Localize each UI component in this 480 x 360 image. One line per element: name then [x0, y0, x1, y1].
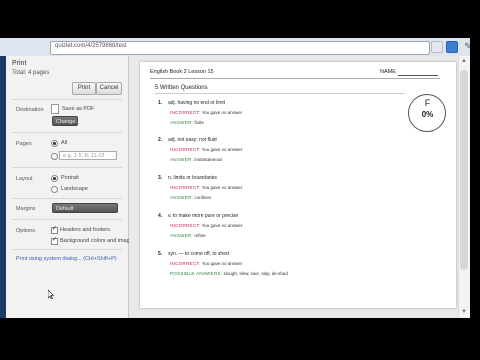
- layout-landscape-label: Landscape: [61, 186, 88, 192]
- answer-line: POSSIBLE ANSWERS: slough, slew, slue, sl…: [170, 271, 288, 276]
- question-text: adj. having no end or limit: [168, 100, 225, 106]
- answer-tag: ANSWER:: [170, 120, 194, 125]
- headers-footers-label: Headers and footers: [60, 227, 110, 233]
- question-text: syn. — to come off, to shed: [168, 251, 229, 257]
- incorrect-message: You gave no answer: [201, 147, 243, 152]
- margins-select[interactable]: Default: [52, 203, 118, 213]
- incorrect-line: INCORRECT: You gave no answer: [170, 185, 242, 190]
- answer-tag: POSSIBLE ANSWERS:: [170, 271, 223, 276]
- incorrect-message: You gave no answer: [201, 110, 243, 115]
- answer-line: ANSWER: confines: [170, 195, 211, 200]
- answer-line: ANSWER: instantaneous: [170, 157, 222, 162]
- options-label: Options: [16, 228, 35, 234]
- incorrect-tag: INCORRECT:: [170, 185, 201, 190]
- divider: [12, 132, 122, 133]
- incorrect-tag: INCORRECT:: [170, 110, 201, 115]
- divider: [12, 167, 122, 168]
- answer-value: confines: [194, 195, 212, 200]
- screen-right-edge: [470, 38, 480, 320]
- question-text: n. limits or boundaries: [168, 175, 217, 181]
- screen-bottom: [0, 318, 480, 360]
- question-number: 2.: [158, 137, 163, 143]
- print-title: Print: [12, 60, 27, 67]
- answer-tag: ANSWER:: [170, 233, 194, 238]
- section-title: 5 Written Questions: [155, 85, 208, 91]
- document-header: English Book 2 Lesson 15: [150, 69, 214, 75]
- pages-all-label: All: [61, 140, 68, 146]
- layout-label: Layout: [16, 176, 33, 182]
- extension-icon[interactable]: [446, 41, 458, 53]
- pages-all-radio[interactable]: [51, 140, 58, 147]
- destination-value: Save as PDF: [62, 106, 95, 112]
- layout-portrait-label: Portrait: [61, 175, 79, 181]
- answer-tag: ANSWER:: [170, 157, 194, 162]
- background-graphics-label: Background colors and images: [60, 238, 136, 244]
- question-text: adj. not easy; not fluid: [168, 137, 217, 143]
- background-graphics-checkbox[interactable]: [51, 236, 58, 245]
- incorrect-tag: INCORRECT:: [170, 223, 201, 228]
- scroll-down-icon[interactable]: ▼: [460, 309, 468, 315]
- answer-tag: ANSWER:: [170, 195, 194, 200]
- bookmark-star-icon[interactable]: [431, 41, 443, 53]
- total-pages-label: Total: 4 pages: [12, 70, 50, 76]
- layout-landscape-radio[interactable]: [51, 186, 58, 193]
- question-number: 1.: [158, 100, 163, 106]
- incorrect-tag: INCORRECT:: [170, 147, 201, 152]
- cancel-button[interactable]: Cancel: [96, 82, 122, 95]
- pages-label: Pages: [16, 141, 32, 147]
- answer-value: finite: [194, 120, 204, 125]
- print-button[interactable]: Print: [72, 82, 96, 95]
- divider: [12, 99, 122, 100]
- margins-label: Margins: [16, 206, 36, 212]
- incorrect-line: INCORRECT: You gave no answer: [170, 147, 242, 152]
- section-rule: [155, 93, 405, 94]
- pdf-icon: [51, 104, 59, 114]
- incorrect-line: INCORRECT: You gave no answer: [170, 110, 242, 115]
- divider: [12, 219, 122, 220]
- change-destination-button[interactable]: Change...: [52, 116, 80, 126]
- pages-range-input[interactable]: e.g. 1-5, 8, 11-13: [59, 151, 117, 160]
- incorrect-line: INCORRECT: You gave no answer: [170, 223, 242, 228]
- answer-value: slough, slew, slue, slay, de-shed: [223, 271, 288, 276]
- address-bar[interactable]: quizlet.com/4/2579868/test: [50, 41, 430, 55]
- layout-portrait-radio[interactable]: [51, 175, 58, 182]
- divider: [12, 198, 122, 199]
- question-number: 5.: [158, 251, 163, 257]
- incorrect-message: You gave no answer: [201, 261, 243, 266]
- headers-footers-checkbox[interactable]: [51, 225, 58, 234]
- answer-value: instantaneous: [194, 157, 223, 162]
- question-number: 3.: [158, 175, 163, 181]
- destination-label: Destination: [16, 107, 44, 113]
- system-dialog-link[interactable]: Print using system dialog... (Ctrl+Shift…: [16, 256, 117, 262]
- name-label: NAME: [380, 69, 396, 75]
- divider: [12, 249, 122, 250]
- scroll-up-icon[interactable]: ▲: [460, 58, 468, 64]
- incorrect-message: You gave no answer: [201, 223, 243, 228]
- answer-line: ANSWER: finite: [170, 120, 204, 125]
- scrollbar-thumb[interactable]: [460, 70, 468, 270]
- question-number: 4.: [158, 213, 163, 219]
- url-text: quizlet.com/4/2579868/test: [55, 43, 127, 49]
- score-percent: 0%: [421, 110, 434, 119]
- grade-letter: F: [424, 98, 431, 108]
- incorrect-tag: INCORRECT:: [170, 261, 201, 266]
- pages-range-radio[interactable]: [51, 153, 58, 160]
- answer-line: ANSWER: refine: [170, 233, 206, 238]
- question-text: v. to make more pure or precise: [168, 213, 239, 219]
- incorrect-message: You gave no answer: [201, 185, 243, 190]
- answer-value: refine: [194, 233, 206, 238]
- name-line: [398, 75, 438, 76]
- header-rule: [150, 78, 440, 79]
- incorrect-line: INCORRECT: You gave no answer: [170, 261, 242, 266]
- mouse-cursor-icon: [48, 290, 54, 299]
